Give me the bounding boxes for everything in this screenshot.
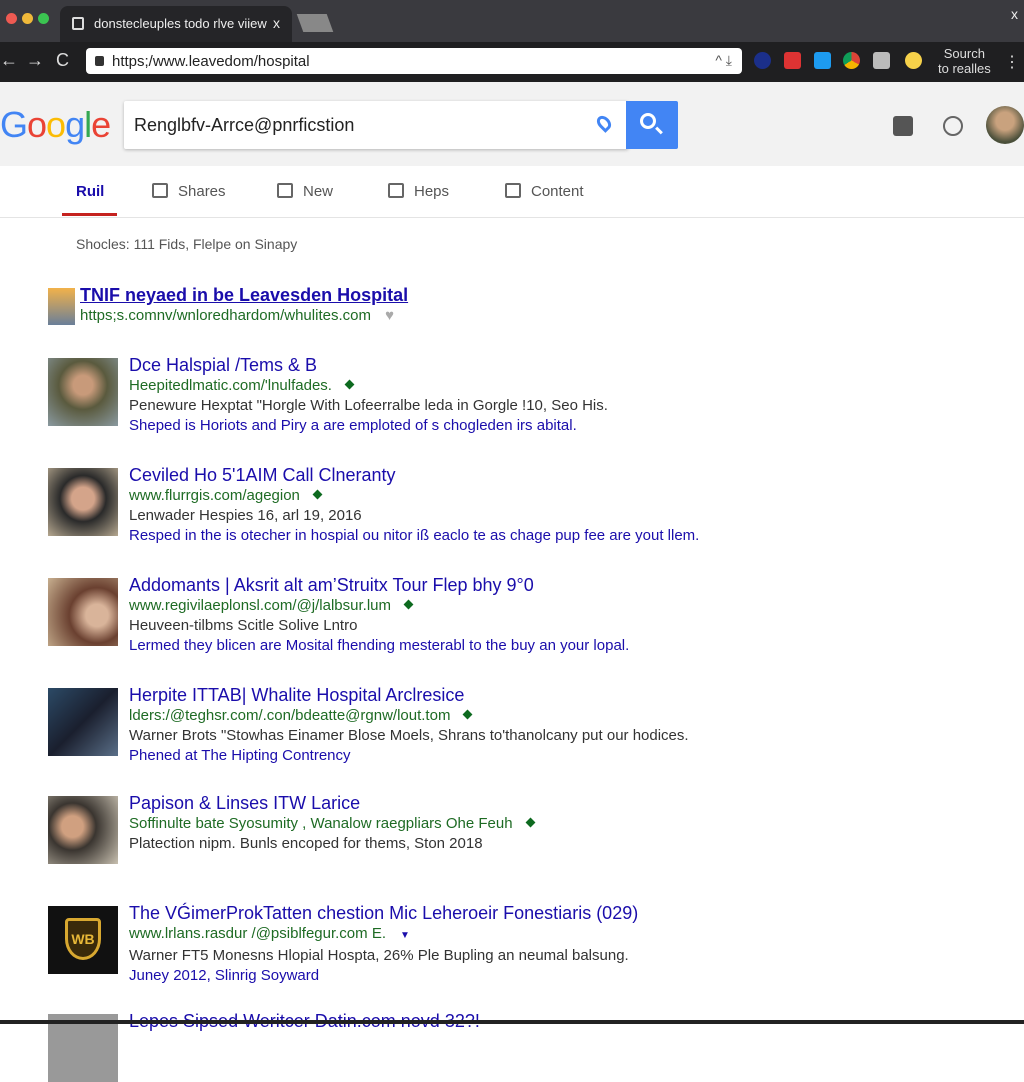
minimize-window-dot[interactable]	[22, 13, 33, 24]
maximize-window-dot[interactable]	[38, 13, 49, 24]
result-title-link[interactable]: Dce Halspial /Tems & B	[129, 354, 608, 376]
search-input[interactable]: Renglbfv-Arrce@pnrficstion	[124, 101, 628, 149]
extension-icon[interactable]	[873, 52, 890, 69]
result-snippet: Platection nipm. Bunls encoped for thems…	[129, 835, 483, 852]
result-thumbnail	[48, 796, 118, 864]
list-icon	[152, 183, 168, 198]
apps-icon[interactable]	[893, 116, 913, 136]
result-thumbnail	[48, 288, 75, 325]
folder-icon	[277, 183, 293, 198]
dropdown-icon	[525, 817, 535, 828]
dropdown-icon	[312, 489, 323, 500]
result-thumbnail	[48, 688, 118, 756]
dropdown-icon: ♥	[385, 307, 395, 324]
extension-icon[interactable]	[905, 52, 922, 69]
bookmark-download-icon[interactable]: ^ ⤓	[715, 52, 732, 69]
extension-icon[interactable]	[754, 52, 771, 69]
result-snippet: Lenwader Hespies 16, arl 19, 2016	[129, 507, 362, 524]
notifications-icon[interactable]	[943, 116, 963, 136]
tab-content[interactable]: Content	[505, 183, 584, 200]
result-title-link[interactable]: Papison & Linses ITW Larice	[129, 792, 534, 814]
result-snippet-link: Sheped is Horiots and Piry a are emplote…	[129, 417, 577, 434]
browser-tab-bar: donstecleuples todo rlve viiew x x	[0, 0, 1024, 42]
avatar[interactable]	[986, 106, 1024, 144]
tab-label: New	[303, 183, 334, 200]
search-button[interactable]	[626, 101, 678, 149]
content-icon	[505, 183, 521, 198]
result-thumbnail	[48, 468, 118, 536]
close-window-dot[interactable]	[6, 13, 17, 24]
address-bar[interactable]: https;/www.leavedom/hospital ^ ⤓	[86, 48, 742, 74]
active-tab-indicator	[62, 213, 117, 216]
side-text-1: Sourch	[943, 46, 985, 61]
result-url: Heepitedlmatic.com/'lnulfades.	[129, 376, 608, 396]
search-to-realles-button[interactable]: Sourch to realles	[938, 46, 991, 76]
result-title-link[interactable]: TNIF neyaed in be Leavesden Hospital	[80, 284, 408, 306]
menu-icon[interactable]: ⋮	[1004, 52, 1020, 72]
google-logo[interactable]: Google	[0, 104, 111, 146]
tab-shares[interactable]: Shares	[152, 183, 226, 200]
twitter-icon[interactable]	[814, 52, 831, 69]
forward-icon[interactable]: →	[26, 50, 44, 71]
search-tabs: Ruil Shares New Heps Content	[0, 166, 1024, 218]
tab-label: Content	[531, 183, 584, 200]
result-title-link[interactable]: Addomants | Aksrit alt am’Struitx Tour F…	[129, 574, 629, 596]
result-url: www.flurrgis.com/agegion	[129, 486, 699, 506]
result-thumbnail	[48, 1014, 118, 1082]
side-text-2: to realles	[938, 61, 991, 76]
result-url: www.regivilaeplonsl.com/@j/lalbsur.lum	[129, 596, 629, 616]
window-bottom-edge	[0, 1020, 1024, 1024]
tab-label: Ruil	[76, 183, 105, 200]
chrome-icon[interactable]	[843, 52, 860, 69]
result-snippet-link: Lermed they blicen are Mosital fhending …	[129, 637, 630, 654]
wb-logo-thumbnail: WB	[48, 906, 118, 974]
tab-ruil[interactable]: Ruil	[76, 183, 104, 200]
result-snippet: Heuveen-tilbms Scitle Solive Lntro	[129, 617, 358, 634]
reload-icon[interactable]: C	[56, 50, 69, 71]
result-snippet-link: Juney 2012, Slinrig Soyward	[129, 967, 320, 984]
browser-tab[interactable]: donstecleuples todo rlve viiew x	[60, 6, 292, 42]
result-title-link[interactable]: Ceviled Ho 5'1AIM Call Clneranty	[129, 464, 699, 486]
page-icon	[72, 17, 84, 30]
window-close-icon[interactable]: x	[1011, 6, 1018, 22]
result-snippet-link: Resped in the is otecher in hospial ou n…	[129, 527, 700, 544]
dropdown-icon: ▼	[400, 930, 410, 941]
result-snippet-link: Phened at The Hipting Contrency	[129, 747, 351, 764]
tab-label: Heps	[414, 183, 450, 200]
result-snippet: Penewure Hexptat "Horgle With Lofeerralb…	[129, 397, 608, 414]
dropdown-icon	[463, 709, 473, 720]
back-icon[interactable]: ←	[0, 50, 18, 71]
result-thumbnail	[48, 578, 118, 646]
address-text: https;/www.leavedom/hospital	[112, 53, 310, 70]
tab-heps[interactable]: Heps	[388, 183, 449, 200]
result-title-link[interactable]: The VǴimerProkTatten chestion Mic Lehero…	[129, 902, 638, 924]
lock-icon	[95, 56, 104, 66]
result-stats: Shocles: 111 Fids, Flelpe on Sinapy	[76, 236, 298, 252]
result-url: lders:/@teghsr.com/.con/bdeatte@rgnw/lou…	[129, 706, 689, 726]
result-title-link[interactable]: Herpite ITTAB| Whalite Hospital Arclresi…	[129, 684, 689, 706]
extension-icon[interactable]	[784, 52, 801, 69]
result-url: www.lrlans.rasdur /@psiblfegur.com E. ▼	[129, 925, 410, 942]
new-tab-button[interactable]	[296, 14, 334, 32]
dropdown-icon	[344, 379, 355, 390]
result-thumbnail	[48, 358, 118, 426]
document-icon	[388, 183, 404, 198]
result-url: Soffinulte bate Syosumity , Wanalow raeg…	[129, 814, 535, 834]
search-value: Renglbfv-Arrce@pnrficstion	[134, 115, 355, 135]
result-url: https;s.comnv/wnloredhardom/whulites.com…	[80, 307, 395, 324]
tab-title: donstecleuples todo rlve viiew	[94, 16, 267, 31]
search-icon	[640, 113, 656, 129]
tab-close-icon[interactable]: x	[273, 15, 280, 31]
tab-new[interactable]: New	[277, 183, 333, 200]
result-snippet: Warner FT5 Monesns Hlopial Hospta, 26% P…	[129, 947, 629, 964]
tab-label: Shares	[178, 183, 226, 200]
dropdown-icon	[403, 599, 414, 610]
result-snippet: Warner Brots "Stowhas Einamer Blose Moel…	[129, 727, 689, 744]
